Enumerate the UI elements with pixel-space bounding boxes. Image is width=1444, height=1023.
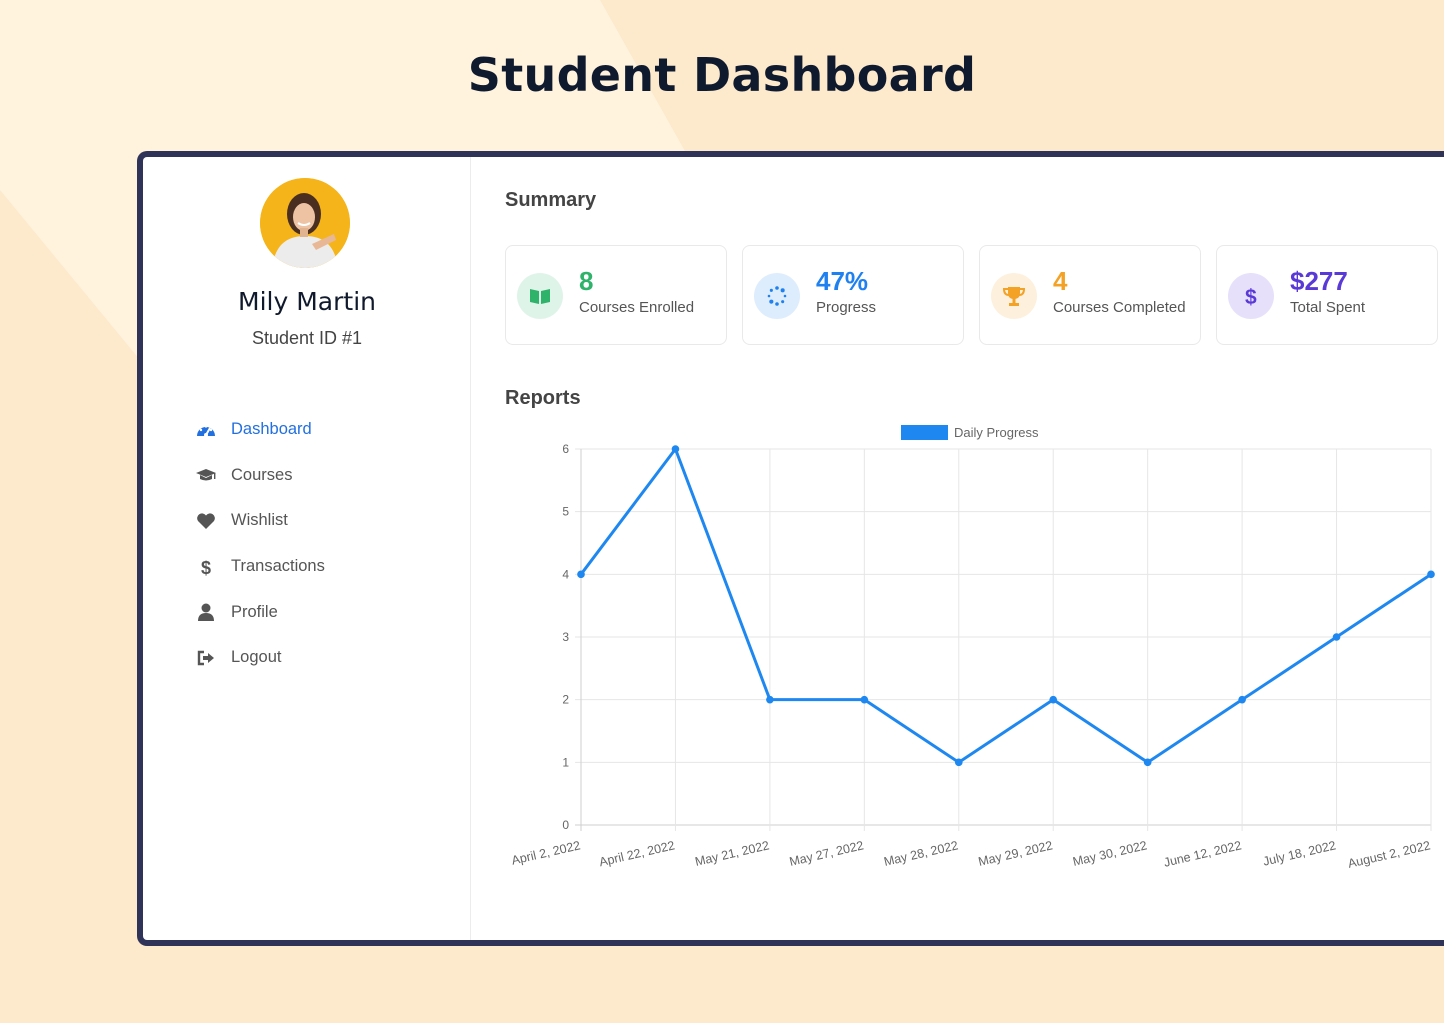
x-tick-label: August 2, 2022: [1347, 838, 1432, 871]
trophy-icon: [991, 273, 1037, 319]
sidebar-item-dashboard[interactable]: Dashboard: [195, 407, 325, 453]
page-title: Student Dashboard: [467, 48, 977, 102]
sidebar-item-transactions[interactable]: $ Transactions: [195, 544, 325, 590]
user-name: Mily Martin: [238, 287, 376, 316]
card-value: 4: [1053, 266, 1068, 296]
data-point: [1238, 695, 1246, 704]
sidebar-item-wishlist[interactable]: Wishlist: [195, 498, 325, 544]
svg-text:$: $: [1245, 286, 1257, 309]
x-tick-label: May 21, 2022: [694, 838, 771, 869]
card-label: Total Spent: [1290, 299, 1366, 316]
card-value: 8: [579, 266, 594, 296]
sidebar-item-label: Courses: [231, 465, 293, 484]
sidebar-item-courses[interactable]: Courses: [195, 453, 325, 499]
card-label: Progress: [816, 299, 877, 316]
sign-out-icon: [195, 648, 217, 668]
student-id: Student ID #1: [251, 328, 363, 348]
data-point: [860, 695, 869, 704]
dollar-icon: $: [1228, 273, 1274, 319]
data-point: [1143, 758, 1152, 767]
data-point: [954, 758, 963, 767]
data-point: [1049, 695, 1058, 704]
sidebar-nav: Dashboard Courses Wishlist $ Transaction…: [195, 407, 325, 681]
dashboard-gauge-icon: [195, 420, 217, 440]
summary-card-completed: 4 Courses Completed: [979, 245, 1201, 345]
x-tick-label: May 29, 2022: [977, 838, 1054, 869]
dashboard-window: Mily Martin Student ID #1 Dashboard Cour…: [137, 151, 1444, 946]
y-tick-label: 4: [562, 567, 569, 581]
daily-progress-chart: 0 1 2 3 4 5 6 April 2, 2022 April 22, 2022 May 21…: [510, 425, 1435, 871]
y-tick-label: 6: [562, 442, 569, 456]
sidebar-item-logout[interactable]: Logout: [195, 635, 325, 681]
dollar-icon: $: [195, 557, 217, 577]
book-icon: [517, 273, 563, 319]
graduation-cap-icon: [195, 465, 217, 485]
sidebar-item-label: Profile: [231, 602, 278, 621]
data-point: [671, 445, 680, 453]
data-point: [1427, 570, 1435, 579]
avatar-photo: [260, 178, 350, 268]
sidebar-item-label: Dashboard: [231, 420, 312, 439]
sidebar-item-label: Wishlist: [231, 511, 288, 530]
x-tick-label: May 30, 2022: [1071, 838, 1148, 869]
heart-icon: [195, 511, 217, 531]
card-label: Courses Completed: [1053, 299, 1186, 316]
svg-text:$: $: [201, 558, 211, 576]
x-tick-label: May 28, 2022: [882, 838, 959, 869]
y-tick-label: 2: [562, 693, 569, 707]
avatar[interactable]: [260, 178, 350, 268]
user-icon: [195, 602, 217, 622]
summary-card-spent: $ $277 Total Spent: [1216, 245, 1438, 345]
card-value: $277: [1290, 266, 1348, 296]
data-point: [766, 695, 774, 704]
sidebar-item-label: Transactions: [231, 557, 325, 576]
card-label: Courses Enrolled: [579, 299, 695, 316]
summary-card-progress: 47% Progress: [742, 245, 964, 345]
data-point: [577, 570, 585, 579]
reports-title: Reports: [505, 387, 581, 409]
card-value: 47%: [816, 266, 869, 296]
x-tick-label: June 12, 2022: [1162, 838, 1242, 869]
x-tick-label: April 2, 2022: [510, 838, 582, 867]
x-tick-label: May 27, 2022: [788, 838, 865, 869]
data-point: [1332, 633, 1341, 641]
main-content: Summary 8 Courses Enrolled 47% Progress …: [505, 157, 1444, 940]
summary-title: Summary: [505, 189, 597, 211]
y-tick-label: 1: [562, 755, 569, 769]
sidebar: Mily Martin Student ID #1 Dashboard Cour…: [143, 157, 471, 940]
spinner-icon: [754, 273, 800, 319]
x-tick-label: July 18, 2022: [1262, 838, 1338, 868]
sidebar-item-label: Logout: [231, 648, 282, 667]
y-tick-label: 0: [562, 818, 569, 832]
legend-swatch: [901, 425, 948, 440]
sidebar-item-profile[interactable]: Profile: [195, 589, 325, 635]
x-tick-label: April 22, 2022: [598, 838, 676, 869]
y-tick-label: 5: [562, 505, 569, 519]
y-tick-label: 3: [562, 630, 569, 644]
summary-card-enrolled: 8 Courses Enrolled: [505, 245, 727, 345]
legend-label: Daily Progress: [954, 425, 1039, 440]
series-line: [579, 447, 1432, 764]
